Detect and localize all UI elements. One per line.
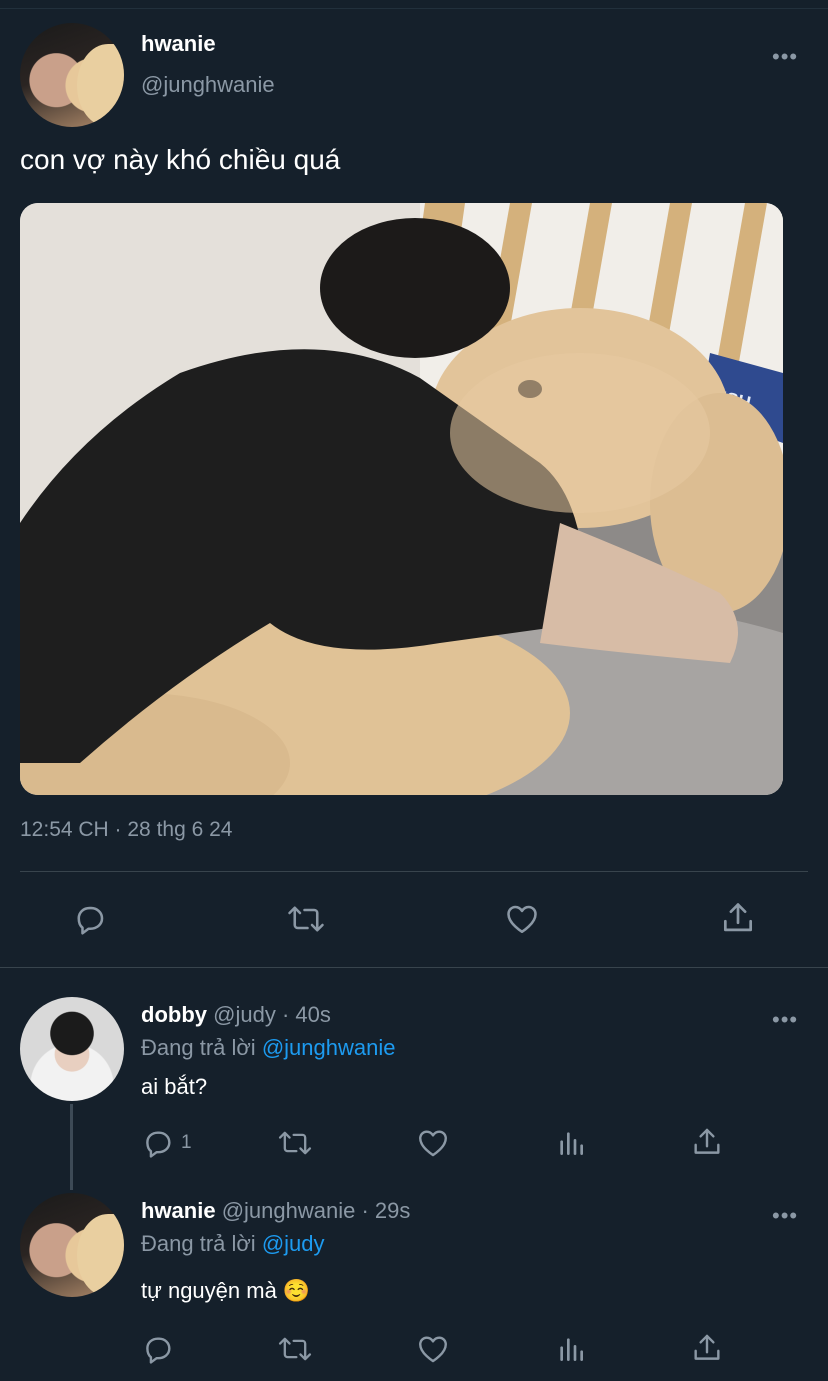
share-icon — [694, 1128, 720, 1154]
like-button[interactable] — [503, 901, 541, 937]
replying-to-line: Đang trả lời @junghwanie — [141, 1035, 395, 1061]
retweet-icon — [278, 1131, 312, 1155]
heart-icon — [419, 1336, 447, 1363]
share-icon — [694, 1334, 720, 1360]
analytics-icon — [560, 1338, 583, 1361]
heart-icon — [507, 905, 537, 934]
actions-bottom-divider — [0, 967, 828, 968]
reply-header: dobby @judy · 40s — [141, 1002, 331, 1028]
replying-to-link[interactable]: @judy — [262, 1231, 325, 1256]
like-button[interactable] — [415, 1332, 451, 1366]
actions-top-divider — [20, 871, 808, 872]
more-options-icon[interactable]: ••• — [772, 1009, 798, 1031]
thread-connector — [70, 1104, 73, 1190]
reply-header: hwanie @junghwanie · 29s — [141, 1198, 410, 1224]
reply-avatar-dobby[interactable] — [20, 997, 124, 1101]
reply-avatar-hwanie[interactable] — [20, 1193, 124, 1297]
reply-icon — [77, 906, 104, 935]
like-button[interactable] — [415, 1126, 451, 1160]
reply-time[interactable]: · 29s — [361, 1198, 410, 1223]
retweet-button[interactable] — [276, 1332, 314, 1366]
share-icon — [723, 903, 753, 932]
tweet-photo[interactable]: ISH — [20, 203, 783, 795]
reply-count: 1 — [181, 1132, 192, 1153]
retweet-button[interactable] — [285, 901, 327, 937]
replying-to-link[interactable]: @junghwanie — [262, 1035, 396, 1060]
reply-text: ai bắt? — [141, 1074, 208, 1099]
reply-button[interactable] — [72, 901, 108, 937]
top-divider — [0, 8, 828, 9]
tweet-text: con vợ này khó chiều quá — [20, 144, 341, 175]
reply-text: tự nguyện mà ☺️ — [141, 1278, 311, 1303]
share-button[interactable] — [690, 1330, 724, 1366]
replying-to-line: Đang trả lời @judy — [141, 1231, 325, 1257]
analytics-button[interactable] — [555, 1332, 587, 1366]
replying-label: Đang trả lời — [141, 1231, 256, 1256]
more-options-icon[interactable]: ••• — [772, 46, 798, 68]
author-avatar[interactable] — [20, 23, 124, 127]
share-button[interactable] — [690, 1124, 724, 1160]
more-options-icon[interactable]: ••• — [772, 1205, 798, 1227]
reply-author-name[interactable]: hwanie — [141, 1198, 216, 1223]
share-button[interactable] — [719, 899, 757, 937]
retweet-button[interactable] — [276, 1126, 314, 1160]
retweet-icon — [278, 1337, 312, 1361]
tweet-timestamp[interactable]: 12:54 CH · 28 thg 6 24 — [20, 818, 232, 842]
replying-label: Đang trả lời — [141, 1035, 256, 1060]
analytics-button[interactable] — [555, 1126, 587, 1160]
reply-author-handle[interactable]: @judy — [213, 1002, 276, 1027]
author-name[interactable]: hwanie — [141, 31, 216, 57]
reply-button[interactable]: 1 — [141, 1126, 192, 1160]
reply-author-name[interactable]: dobby — [141, 1002, 207, 1027]
analytics-icon — [560, 1132, 583, 1155]
retweet-icon — [288, 906, 324, 932]
reply-icon — [146, 1131, 171, 1158]
reply-button[interactable] — [141, 1332, 175, 1366]
author-handle[interactable]: @junghwanie — [141, 72, 275, 98]
heart-icon — [419, 1130, 447, 1157]
reply-author-handle[interactable]: @junghwanie — [222, 1198, 356, 1223]
reply-time[interactable]: · 40s — [282, 1002, 331, 1027]
reply-icon — [146, 1337, 171, 1364]
